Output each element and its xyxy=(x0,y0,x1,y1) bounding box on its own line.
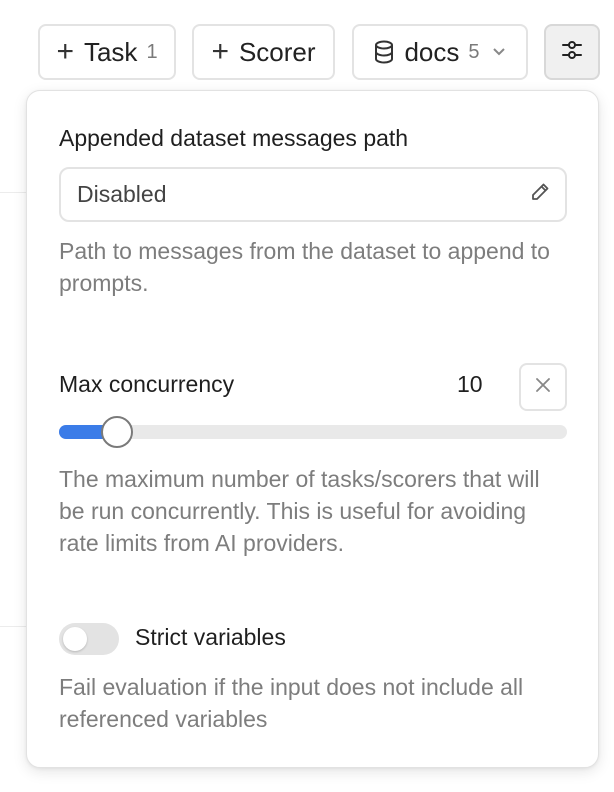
slider-track xyxy=(59,425,567,439)
background-divider xyxy=(0,626,26,627)
dataset-label: docs xyxy=(404,36,460,67)
dataset-count: 5 xyxy=(468,40,480,63)
strict-variables-help: Fail evaluation if the input does not in… xyxy=(59,674,524,732)
strict-variables-label: Strict variables xyxy=(135,624,286,650)
toggle-knob xyxy=(63,627,87,651)
add-scorer-button[interactable]: + Scorer xyxy=(192,24,335,80)
max-concurrency-slider[interactable] xyxy=(59,416,567,448)
database-icon xyxy=(374,40,394,64)
add-scorer-label: Scorer xyxy=(238,36,316,67)
add-task-label: Task xyxy=(83,36,138,67)
messages-path-help: Path to messages from the dataset to app… xyxy=(59,238,550,296)
close-icon xyxy=(535,377,551,398)
strict-variables-toggle[interactable] xyxy=(59,623,119,655)
background-divider xyxy=(0,192,26,193)
sliders-icon xyxy=(561,37,583,68)
task-count: 1 xyxy=(146,40,158,63)
max-concurrency-value: 10 xyxy=(457,371,483,397)
run-settings-popover: Appended dataset messages path Disabled … xyxy=(26,90,599,768)
add-task-button[interactable]: + Task 1 xyxy=(38,24,176,80)
messages-path-value: Disabled xyxy=(77,181,167,207)
messages-path-input[interactable]: Disabled xyxy=(59,167,567,222)
settings-button[interactable] xyxy=(544,24,600,80)
slider-thumb[interactable] xyxy=(101,416,134,448)
pencil-icon[interactable] xyxy=(529,181,551,209)
plus-icon: + xyxy=(211,35,229,68)
max-concurrency-help: The maximum number of tasks/scorers that… xyxy=(59,466,540,556)
max-concurrency-label: Max concurrency xyxy=(59,371,235,397)
messages-path-label: Appended dataset messages path xyxy=(59,125,409,151)
chevron-down-icon xyxy=(492,47,506,57)
plus-icon: + xyxy=(56,35,74,68)
clear-concurrency-button[interactable] xyxy=(519,363,567,411)
dataset-select[interactable]: docs 5 xyxy=(352,24,528,80)
